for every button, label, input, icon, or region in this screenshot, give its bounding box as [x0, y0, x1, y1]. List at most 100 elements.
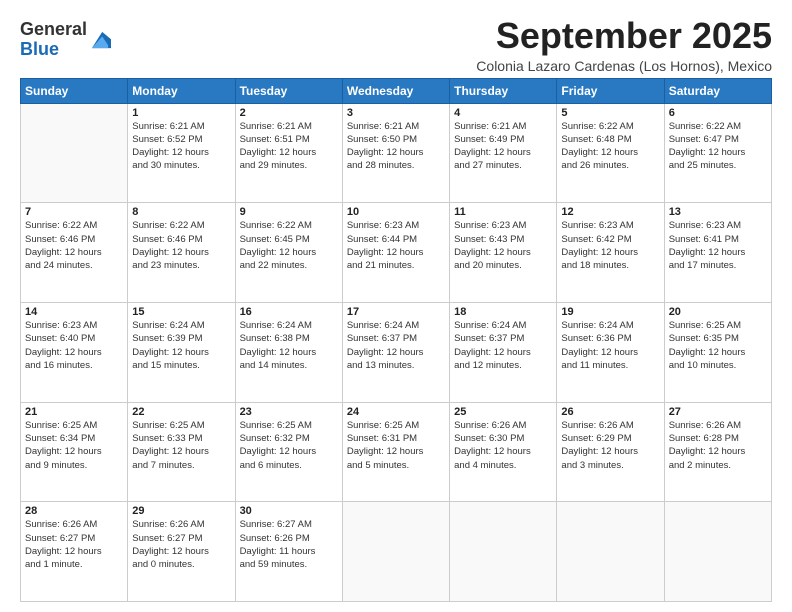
day-info: Sunrise: 6:21 AM Sunset: 6:52 PM Dayligh…: [132, 120, 230, 173]
day-number: 20: [669, 306, 767, 318]
day-number: 24: [347, 406, 445, 418]
day-info: Sunrise: 6:25 AM Sunset: 6:32 PM Dayligh…: [240, 419, 338, 472]
day-number: 30: [240, 505, 338, 517]
table-row: 2Sunrise: 6:21 AM Sunset: 6:51 PM Daylig…: [235, 103, 342, 203]
day-info: Sunrise: 6:23 AM Sunset: 6:43 PM Dayligh…: [454, 219, 552, 272]
table-row: 20Sunrise: 6:25 AM Sunset: 6:35 PM Dayli…: [664, 302, 771, 402]
table-row: 19Sunrise: 6:24 AM Sunset: 6:36 PM Dayli…: [557, 302, 664, 402]
day-number: 19: [561, 306, 659, 318]
day-number: 15: [132, 306, 230, 318]
table-row: 21Sunrise: 6:25 AM Sunset: 6:34 PM Dayli…: [21, 402, 128, 502]
table-row: 4Sunrise: 6:21 AM Sunset: 6:49 PM Daylig…: [450, 103, 557, 203]
table-row: 10Sunrise: 6:23 AM Sunset: 6:44 PM Dayli…: [342, 203, 449, 303]
day-number: 18: [454, 306, 552, 318]
day-info: Sunrise: 6:23 AM Sunset: 6:42 PM Dayligh…: [561, 219, 659, 272]
col-saturday: Saturday: [664, 78, 771, 103]
day-info: Sunrise: 6:24 AM Sunset: 6:39 PM Dayligh…: [132, 319, 230, 372]
day-number: 10: [347, 206, 445, 218]
day-info: Sunrise: 6:25 AM Sunset: 6:34 PM Dayligh…: [25, 419, 123, 472]
col-tuesday: Tuesday: [235, 78, 342, 103]
table-row: [450, 502, 557, 602]
day-info: Sunrise: 6:22 AM Sunset: 6:45 PM Dayligh…: [240, 219, 338, 272]
month-title: September 2025: [476, 16, 772, 56]
day-number: 1: [132, 107, 230, 119]
calendar-header-row: Sunday Monday Tuesday Wednesday Thursday…: [21, 78, 772, 103]
day-number: 13: [669, 206, 767, 218]
table-row: 9Sunrise: 6:22 AM Sunset: 6:45 PM Daylig…: [235, 203, 342, 303]
day-number: 26: [561, 406, 659, 418]
day-info: Sunrise: 6:21 AM Sunset: 6:50 PM Dayligh…: [347, 120, 445, 173]
calendar-table: Sunday Monday Tuesday Wednesday Thursday…: [20, 78, 772, 602]
table-row: 30Sunrise: 6:27 AM Sunset: 6:26 PM Dayli…: [235, 502, 342, 602]
day-number: 8: [132, 206, 230, 218]
day-number: 14: [25, 306, 123, 318]
day-number: 2: [240, 107, 338, 119]
day-info: Sunrise: 6:26 AM Sunset: 6:30 PM Dayligh…: [454, 419, 552, 472]
day-number: 28: [25, 505, 123, 517]
col-monday: Monday: [128, 78, 235, 103]
table-row: 15Sunrise: 6:24 AM Sunset: 6:39 PM Dayli…: [128, 302, 235, 402]
day-info: Sunrise: 6:21 AM Sunset: 6:49 PM Dayligh…: [454, 120, 552, 173]
day-number: 23: [240, 406, 338, 418]
table-row: 23Sunrise: 6:25 AM Sunset: 6:32 PM Dayli…: [235, 402, 342, 502]
col-sunday: Sunday: [21, 78, 128, 103]
day-number: 5: [561, 107, 659, 119]
logo-blue: Blue: [20, 40, 87, 60]
day-info: Sunrise: 6:26 AM Sunset: 6:29 PM Dayligh…: [561, 419, 659, 472]
col-wednesday: Wednesday: [342, 78, 449, 103]
day-info: Sunrise: 6:24 AM Sunset: 6:36 PM Dayligh…: [561, 319, 659, 372]
table-row: 14Sunrise: 6:23 AM Sunset: 6:40 PM Dayli…: [21, 302, 128, 402]
table-row: 27Sunrise: 6:26 AM Sunset: 6:28 PM Dayli…: [664, 402, 771, 502]
day-info: Sunrise: 6:26 AM Sunset: 6:28 PM Dayligh…: [669, 419, 767, 472]
table-row: 25Sunrise: 6:26 AM Sunset: 6:30 PM Dayli…: [450, 402, 557, 502]
table-row: 12Sunrise: 6:23 AM Sunset: 6:42 PM Dayli…: [557, 203, 664, 303]
table-row: 22Sunrise: 6:25 AM Sunset: 6:33 PM Dayli…: [128, 402, 235, 502]
table-row: 17Sunrise: 6:24 AM Sunset: 6:37 PM Dayli…: [342, 302, 449, 402]
day-number: 6: [669, 107, 767, 119]
day-number: 21: [25, 406, 123, 418]
day-info: Sunrise: 6:22 AM Sunset: 6:46 PM Dayligh…: [132, 219, 230, 272]
day-info: Sunrise: 6:21 AM Sunset: 6:51 PM Dayligh…: [240, 120, 338, 173]
day-info: Sunrise: 6:26 AM Sunset: 6:27 PM Dayligh…: [132, 518, 230, 571]
day-info: Sunrise: 6:23 AM Sunset: 6:40 PM Dayligh…: [25, 319, 123, 372]
day-number: 22: [132, 406, 230, 418]
table-row: [21, 103, 128, 203]
day-number: 12: [561, 206, 659, 218]
day-info: Sunrise: 6:22 AM Sunset: 6:47 PM Dayligh…: [669, 120, 767, 173]
col-thursday: Thursday: [450, 78, 557, 103]
day-number: 4: [454, 107, 552, 119]
table-row: [557, 502, 664, 602]
table-row: 3Sunrise: 6:21 AM Sunset: 6:50 PM Daylig…: [342, 103, 449, 203]
day-info: Sunrise: 6:24 AM Sunset: 6:38 PM Dayligh…: [240, 319, 338, 372]
day-info: Sunrise: 6:27 AM Sunset: 6:26 PM Dayligh…: [240, 518, 338, 571]
table-row: 11Sunrise: 6:23 AM Sunset: 6:43 PM Dayli…: [450, 203, 557, 303]
location-subtitle: Colonia Lazaro Cardenas (Los Hornos), Me…: [476, 58, 772, 74]
table-row: 24Sunrise: 6:25 AM Sunset: 6:31 PM Dayli…: [342, 402, 449, 502]
day-number: 25: [454, 406, 552, 418]
table-row: 18Sunrise: 6:24 AM Sunset: 6:37 PM Dayli…: [450, 302, 557, 402]
table-row: 29Sunrise: 6:26 AM Sunset: 6:27 PM Dayli…: [128, 502, 235, 602]
table-row: 16Sunrise: 6:24 AM Sunset: 6:38 PM Dayli…: [235, 302, 342, 402]
logo-icon: [89, 29, 111, 51]
table-row: 1Sunrise: 6:21 AM Sunset: 6:52 PM Daylig…: [128, 103, 235, 203]
day-number: 9: [240, 206, 338, 218]
table-row: 5Sunrise: 6:22 AM Sunset: 6:48 PM Daylig…: [557, 103, 664, 203]
day-info: Sunrise: 6:24 AM Sunset: 6:37 PM Dayligh…: [454, 319, 552, 372]
logo: General Blue: [20, 20, 111, 60]
day-number: 29: [132, 505, 230, 517]
day-info: Sunrise: 6:24 AM Sunset: 6:37 PM Dayligh…: [347, 319, 445, 372]
day-info: Sunrise: 6:25 AM Sunset: 6:35 PM Dayligh…: [669, 319, 767, 372]
table-row: 13Sunrise: 6:23 AM Sunset: 6:41 PM Dayli…: [664, 203, 771, 303]
table-row: 7Sunrise: 6:22 AM Sunset: 6:46 PM Daylig…: [21, 203, 128, 303]
table-row: 8Sunrise: 6:22 AM Sunset: 6:46 PM Daylig…: [128, 203, 235, 303]
day-number: 3: [347, 107, 445, 119]
table-row: [664, 502, 771, 602]
day-info: Sunrise: 6:22 AM Sunset: 6:46 PM Dayligh…: [25, 219, 123, 272]
day-info: Sunrise: 6:23 AM Sunset: 6:41 PM Dayligh…: [669, 219, 767, 272]
day-number: 11: [454, 206, 552, 218]
day-info: Sunrise: 6:25 AM Sunset: 6:33 PM Dayligh…: [132, 419, 230, 472]
day-info: Sunrise: 6:22 AM Sunset: 6:48 PM Dayligh…: [561, 120, 659, 173]
col-friday: Friday: [557, 78, 664, 103]
day-number: 7: [25, 206, 123, 218]
day-info: Sunrise: 6:26 AM Sunset: 6:27 PM Dayligh…: [25, 518, 123, 571]
